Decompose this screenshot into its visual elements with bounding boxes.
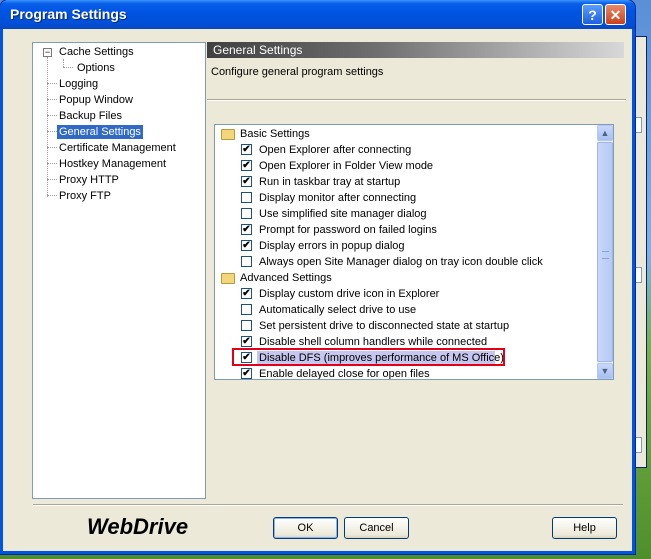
panel-separator: [207, 99, 626, 101]
tree-item-popup-window[interactable]: Popup Window: [57, 93, 135, 107]
tree-item-cache-settings[interactable]: Cache Settings: [57, 45, 136, 59]
tree-item-hostkey-management[interactable]: Hostkey Management: [57, 157, 168, 171]
tree-item-proxy-ftp[interactable]: Proxy FTP: [57, 189, 113, 203]
folder-icon: [221, 273, 235, 284]
settings-list[interactable]: Basic Settings ✔ Open Explorer after con…: [214, 124, 614, 380]
checkbox-persistent-drive[interactable]: [241, 320, 252, 331]
scroll-thumb[interactable]: [597, 142, 613, 362]
scroll-up-button[interactable]: ▲: [597, 125, 613, 141]
panel-header: General Settings: [207, 42, 624, 58]
checkbox-taskbar-tray[interactable]: ✔: [241, 176, 252, 187]
panel-description: Configure general program settings: [211, 66, 384, 78]
checkbox-open-explorer[interactable]: ✔: [241, 144, 252, 155]
option-label: Always open Site Manager dialog on tray …: [259, 256, 543, 268]
folder-icon: [221, 129, 235, 140]
option-label: Run in taskbar tray at startup: [259, 176, 401, 188]
checkbox-errors-popup[interactable]: ✔: [241, 240, 252, 251]
tree-item-options[interactable]: Options: [75, 61, 117, 75]
tree-item-logging[interactable]: Logging: [57, 77, 100, 91]
tree-item-proxy-http[interactable]: Proxy HTTP: [57, 173, 121, 187]
settings-tree[interactable]: − Cache Settings Options Logging Popup W…: [32, 42, 206, 499]
option-label: Automatically select drive to use: [259, 304, 417, 316]
cancel-button[interactable]: Cancel: [344, 517, 409, 539]
vertical-scrollbar[interactable]: ▲ ▼: [597, 125, 613, 379]
checkbox-display-monitor[interactable]: [241, 192, 252, 203]
option-label: Display monitor after connecting: [259, 192, 417, 204]
option-label: Use simplified site manager dialog: [259, 208, 427, 220]
checkbox-simplified-site-manager[interactable]: [241, 208, 252, 219]
option-label: Set persistent drive to disconnected sta…: [259, 320, 510, 332]
ok-button[interactable]: OK: [273, 517, 338, 539]
webdrive-logo: WebDrive: [87, 514, 189, 539]
group-label: Advanced Settings: [240, 272, 332, 284]
option-label: Open Explorer after connecting: [259, 144, 412, 156]
option-label: Enable delayed close for open files: [259, 368, 430, 380]
tree-item-general-settings[interactable]: General Settings: [57, 125, 143, 139]
checkbox-prompt-password[interactable]: ✔: [241, 224, 252, 235]
title-bar[interactable]: Program Settings ? ✕: [0, 0, 635, 29]
option-label: Display errors in popup dialog: [259, 240, 405, 252]
help-button[interactable]: Help: [552, 517, 617, 539]
window-title: Program Settings: [10, 6, 127, 22]
tree-item-certificate-management[interactable]: Certificate Management: [57, 141, 178, 155]
tree-item-backup-files[interactable]: Backup Files: [57, 109, 124, 123]
checkbox-auto-select-drive[interactable]: [241, 304, 252, 315]
option-label: Open Explorer in Folder View mode: [259, 160, 434, 172]
checkbox-shell-column-handlers[interactable]: ✔: [241, 336, 252, 347]
program-settings-dialog: Program Settings ? ✕ − Cache Settings Op…: [0, 0, 635, 554]
group-label: Basic Settings: [240, 128, 310, 140]
footer-separator: [33, 504, 623, 506]
checkbox-open-site-manager[interactable]: [241, 256, 252, 267]
tree-expander-icon[interactable]: −: [43, 48, 52, 57]
checkbox-delayed-close[interactable]: ✔: [241, 368, 252, 379]
option-label: Prompt for password on failed logins: [259, 224, 437, 236]
title-close-button[interactable]: ✕: [605, 4, 626, 25]
annotation-highlight-box: [232, 348, 505, 366]
option-label: Display custom drive icon in Explorer: [259, 288, 440, 300]
checkbox-folder-view[interactable]: ✔: [241, 160, 252, 171]
title-help-button[interactable]: ?: [582, 4, 603, 25]
checkbox-custom-drive-icon[interactable]: ✔: [241, 288, 252, 299]
scroll-down-button[interactable]: ▼: [597, 363, 613, 379]
